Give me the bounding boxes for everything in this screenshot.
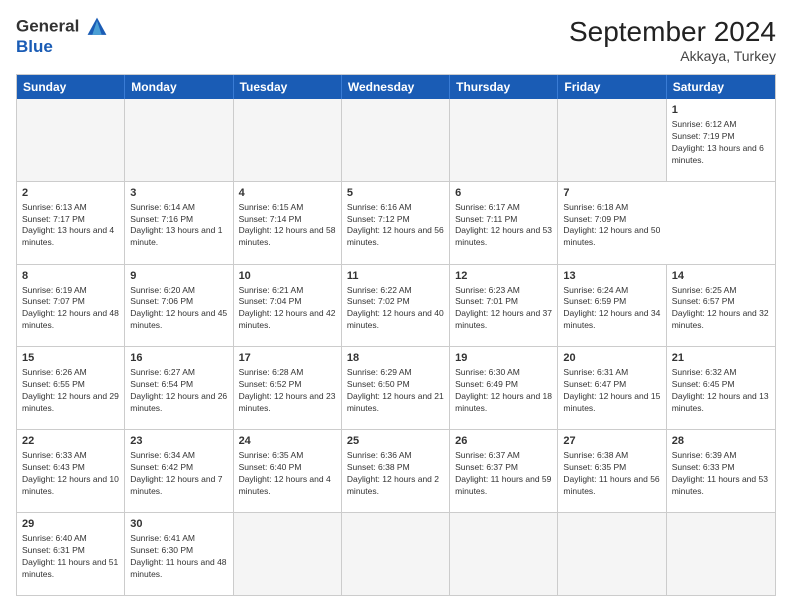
calendar-day-22: 22Sunrise: 6:33 AMSunset: 6:43 PMDayligh… <box>17 430 125 512</box>
calendar-day-9: 9Sunrise: 6:20 AMSunset: 7:06 PMDaylight… <box>125 265 233 347</box>
calendar-day-21: 21Sunrise: 6:32 AMSunset: 6:45 PMDayligh… <box>667 347 775 429</box>
calendar-day-14: 14Sunrise: 6:25 AMSunset: 6:57 PMDayligh… <box>667 265 775 347</box>
calendar-week-5: 22Sunrise: 6:33 AMSunset: 6:43 PMDayligh… <box>17 429 775 512</box>
calendar-week-4: 15Sunrise: 6:26 AMSunset: 6:55 PMDayligh… <box>17 346 775 429</box>
calendar-week-3: 8Sunrise: 6:19 AMSunset: 7:07 PMDaylight… <box>17 264 775 347</box>
calendar-header: SundayMondayTuesdayWednesdayThursdayFrid… <box>17 75 775 99</box>
calendar-day-10: 10Sunrise: 6:21 AMSunset: 7:04 PMDayligh… <box>234 265 342 347</box>
calendar-day-16: 16Sunrise: 6:27 AMSunset: 6:54 PMDayligh… <box>125 347 233 429</box>
calendar-day-27: 27Sunrise: 6:38 AMSunset: 6:35 PMDayligh… <box>558 430 666 512</box>
calendar-day-18: 18Sunrise: 6:29 AMSunset: 6:50 PMDayligh… <box>342 347 450 429</box>
calendar-day-6: 6Sunrise: 6:17 AMSunset: 7:11 PMDaylight… <box>450 182 558 264</box>
calendar-day-3: 3Sunrise: 6:14 AMSunset: 7:16 PMDaylight… <box>125 182 233 264</box>
empty-cell <box>667 513 775 595</box>
location-subtitle: Akkaya, Turkey <box>569 48 776 64</box>
calendar-day-12: 12Sunrise: 6:23 AMSunset: 7:01 PMDayligh… <box>450 265 558 347</box>
calendar-day-19: 19Sunrise: 6:30 AMSunset: 6:49 PMDayligh… <box>450 347 558 429</box>
weekday-header-wednesday: Wednesday <box>342 75 450 99</box>
calendar-day-2: 2Sunrise: 6:13 AMSunset: 7:17 PMDaylight… <box>17 182 125 264</box>
calendar-day-15: 15Sunrise: 6:26 AMSunset: 6:55 PMDayligh… <box>17 347 125 429</box>
logo: General Blue <box>16 16 108 57</box>
page: General Blue September 2024 Akkaya, Turk… <box>0 0 792 612</box>
calendar-day-5: 5Sunrise: 6:16 AMSunset: 7:12 PMDaylight… <box>342 182 450 264</box>
calendar-day-23: 23Sunrise: 6:34 AMSunset: 6:42 PMDayligh… <box>125 430 233 512</box>
empty-cell <box>17 99 125 181</box>
empty-cell <box>234 99 342 181</box>
empty-cell <box>450 99 558 181</box>
empty-cell <box>342 513 450 595</box>
empty-cell <box>234 513 342 595</box>
header: General Blue September 2024 Akkaya, Turk… <box>16 16 776 64</box>
weekday-header-saturday: Saturday <box>667 75 775 99</box>
month-title: September 2024 <box>569 16 776 48</box>
logo-blue: Blue <box>16 38 108 57</box>
weekday-header-tuesday: Tuesday <box>234 75 342 99</box>
weekday-header-monday: Monday <box>125 75 233 99</box>
empty-cell <box>558 99 666 181</box>
calendar-day-17: 17Sunrise: 6:28 AMSunset: 6:52 PMDayligh… <box>234 347 342 429</box>
weekday-header-sunday: Sunday <box>17 75 125 99</box>
title-block: September 2024 Akkaya, Turkey <box>569 16 776 64</box>
empty-cell <box>342 99 450 181</box>
calendar-day-29: 29Sunrise: 6:40 AMSunset: 6:31 PMDayligh… <box>17 513 125 595</box>
calendar-day-11: 11Sunrise: 6:22 AMSunset: 7:02 PMDayligh… <box>342 265 450 347</box>
calendar-day-25: 25Sunrise: 6:36 AMSunset: 6:38 PMDayligh… <box>342 430 450 512</box>
calendar-week-2: 2Sunrise: 6:13 AMSunset: 7:17 PMDaylight… <box>17 181 775 264</box>
calendar: SundayMondayTuesdayWednesdayThursdayFrid… <box>16 74 776 596</box>
calendar-day-26: 26Sunrise: 6:37 AMSunset: 6:37 PMDayligh… <box>450 430 558 512</box>
calendar-day-4: 4Sunrise: 6:15 AMSunset: 7:14 PMDaylight… <box>234 182 342 264</box>
calendar-day-13: 13Sunrise: 6:24 AMSunset: 6:59 PMDayligh… <box>558 265 666 347</box>
calendar-day-8: 8Sunrise: 6:19 AMSunset: 7:07 PMDaylight… <box>17 265 125 347</box>
calendar-day-1: 1Sunrise: 6:12 AMSunset: 7:19 PMDaylight… <box>667 99 775 181</box>
logo-icon <box>86 16 108 38</box>
calendar-week-6: 29Sunrise: 6:40 AMSunset: 6:31 PMDayligh… <box>17 512 775 595</box>
calendar-day-30: 30Sunrise: 6:41 AMSunset: 6:30 PMDayligh… <box>125 513 233 595</box>
calendar-day-7: 7Sunrise: 6:18 AMSunset: 7:09 PMDaylight… <box>558 182 666 264</box>
empty-cell <box>558 513 666 595</box>
empty-cell <box>125 99 233 181</box>
weekday-header-friday: Friday <box>558 75 666 99</box>
calendar-day-28: 28Sunrise: 6:39 AMSunset: 6:33 PMDayligh… <box>667 430 775 512</box>
weekday-header-thursday: Thursday <box>450 75 558 99</box>
empty-cell <box>450 513 558 595</box>
calendar-day-20: 20Sunrise: 6:31 AMSunset: 6:47 PMDayligh… <box>558 347 666 429</box>
logo-general: General <box>16 16 108 38</box>
calendar-body: 1Sunrise: 6:12 AMSunset: 7:19 PMDaylight… <box>17 99 775 595</box>
calendar-week-1: 1Sunrise: 6:12 AMSunset: 7:19 PMDaylight… <box>17 99 775 181</box>
calendar-day-24: 24Sunrise: 6:35 AMSunset: 6:40 PMDayligh… <box>234 430 342 512</box>
